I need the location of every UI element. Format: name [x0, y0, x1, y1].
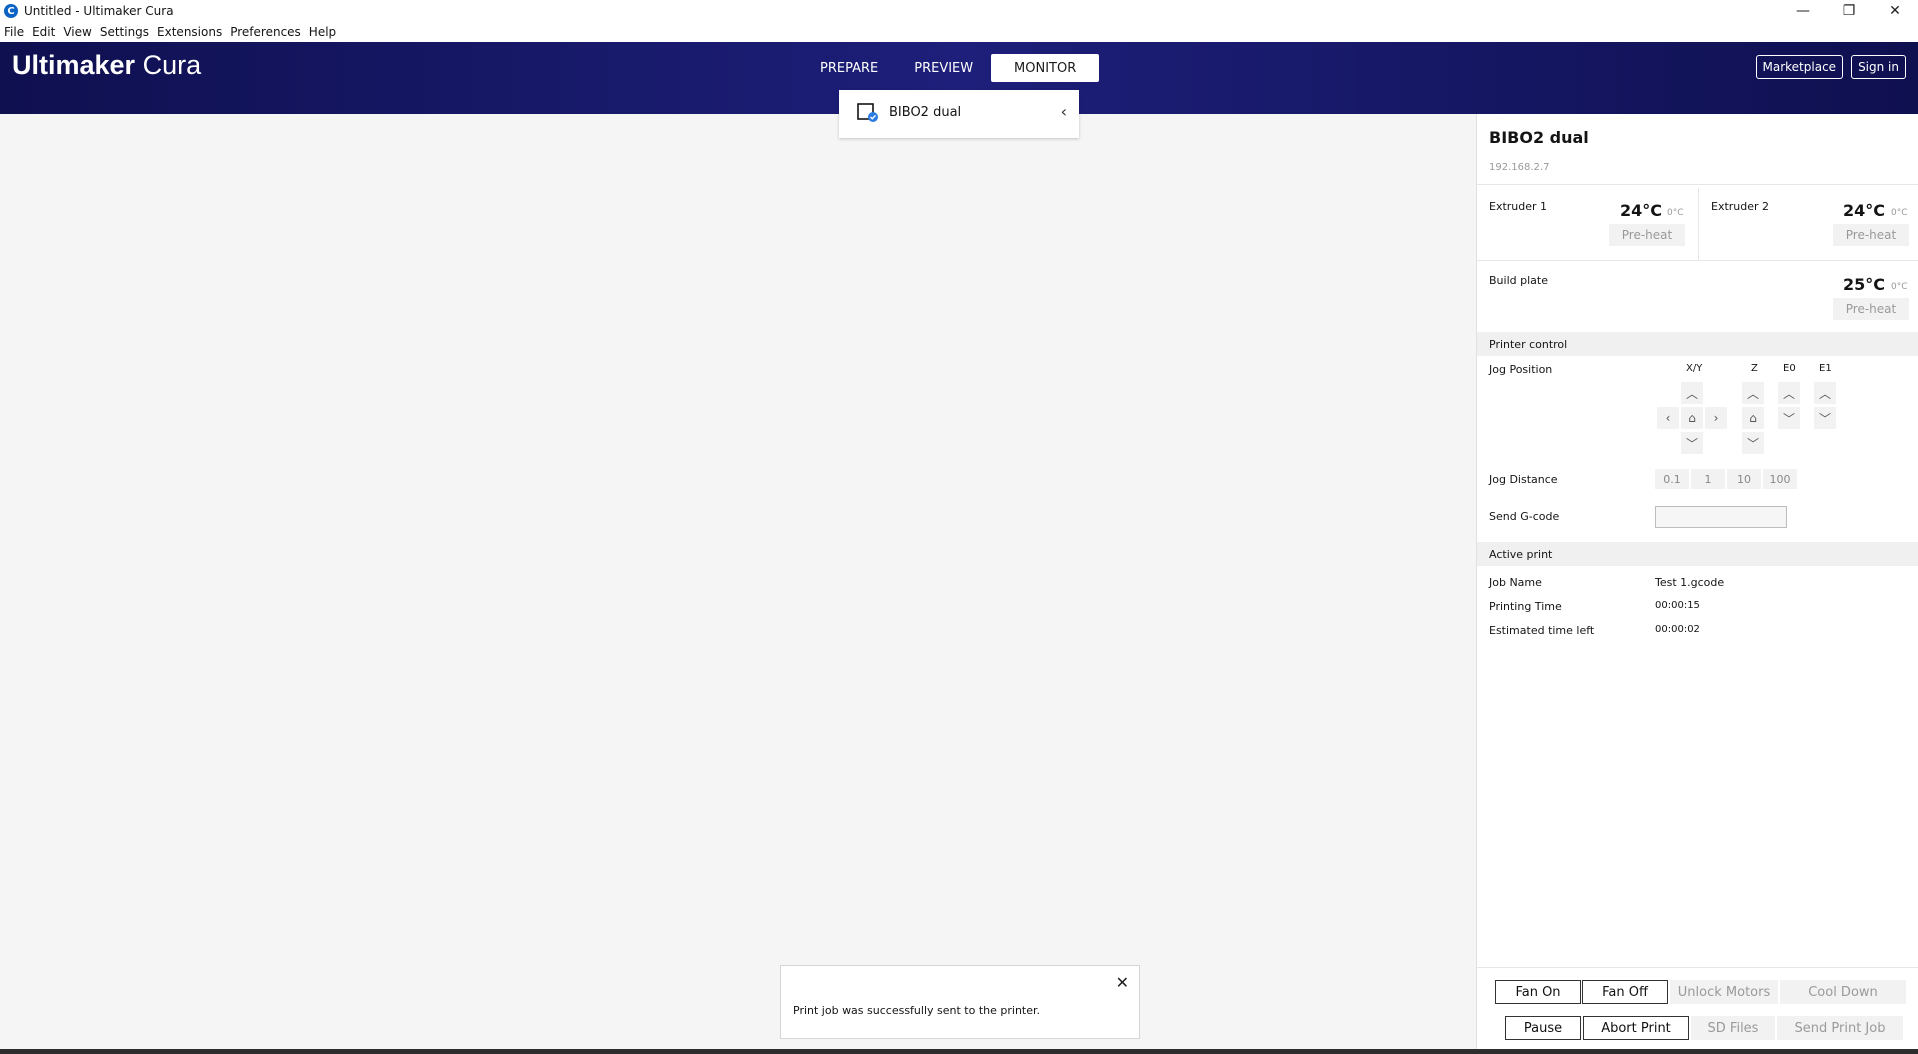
pause-button[interactable]: Pause — [1505, 1016, 1581, 1040]
jog-position-label: Jog Position — [1489, 363, 1553, 376]
menu-help[interactable]: Help — [305, 25, 340, 39]
active-print-header: Active print — [1477, 542, 1918, 566]
printing-time-label: Printing Time — [1489, 600, 1562, 613]
menu-extensions[interactable]: Extensions — [153, 25, 226, 39]
buildplate-target: 0°C — [1891, 282, 1908, 292]
menu-file[interactable]: File — [0, 25, 28, 39]
jog-xy-home-icon[interactable]: ⌂ — [1681, 407, 1703, 429]
marketplace-button[interactable]: Marketplace — [1755, 55, 1844, 79]
buildplate-label: Build plate — [1489, 274, 1548, 287]
jog-y-up-icon[interactable]: ︿ — [1681, 382, 1703, 404]
jog-x-right-icon[interactable]: › — [1705, 407, 1727, 429]
sd-files-button[interactable]: SD Files — [1691, 1016, 1775, 1040]
divider — [1477, 967, 1918, 968]
printer-control-header: Printer control — [1477, 332, 1918, 356]
extruder1-target: 0°C — [1667, 208, 1684, 218]
divider — [1477, 260, 1918, 261]
logo-light: Cura — [142, 50, 202, 80]
extruder2-temp: 24°C — [1843, 201, 1886, 220]
tab-preview[interactable]: PREVIEW — [896, 54, 991, 82]
toast-message: Print job was successfully sent to the p… — [793, 1004, 1041, 1017]
axis-z-label: Z — [1751, 363, 1758, 374]
extruder2-preheat-button[interactable]: Pre-heat — [1833, 224, 1909, 246]
title-bar: C Untitled - Ultimaker Cura — ❐ ✕ — [0, 0, 1918, 22]
jog-z-home-icon[interactable]: ⌂ — [1742, 407, 1764, 429]
ultimaker-cura-logo: Ultimaker Cura — [12, 50, 201, 81]
axis-e1-label: E1 — [1819, 363, 1832, 374]
extruder1-preheat-button[interactable]: Pre-heat — [1609, 224, 1685, 246]
extruder1-temp: 24°C — [1620, 201, 1663, 220]
axis-e0-label: E0 — [1783, 363, 1796, 374]
restore-icon[interactable]: ❐ — [1826, 0, 1872, 22]
jog-e0-down-icon[interactable]: ﹀ — [1778, 407, 1800, 429]
buildplate-preheat-button[interactable]: Pre-heat — [1833, 298, 1909, 320]
jog-distance-100[interactable]: 100 — [1763, 469, 1797, 489]
buildplate-temp: 25°C — [1843, 275, 1886, 294]
tab-prepare[interactable]: PREPARE — [802, 54, 896, 82]
send-gcode-input[interactable] — [1655, 506, 1787, 528]
cura-app-icon: C — [4, 4, 18, 18]
extruder2-label: Extruder 2 — [1711, 200, 1770, 213]
menu-preferences[interactable]: Preferences — [226, 25, 305, 39]
jog-distance-10[interactable]: 10 — [1727, 469, 1761, 489]
extruder1-label: Extruder 1 — [1489, 200, 1548, 213]
printer-selector-name: BIBO2 dual — [889, 105, 962, 120]
jog-distance-label: Jog Distance — [1489, 473, 1558, 486]
time-left-value: 00:00:02 — [1655, 624, 1700, 635]
printer-ip: 192.168.2.7 — [1489, 162, 1550, 173]
print-sent-toast: ✕ Print job was successfully sent to the… — [780, 965, 1140, 1039]
jog-e1-up-icon[interactable]: ︿ — [1814, 382, 1836, 404]
minimize-icon[interactable]: — — [1780, 0, 1826, 22]
jog-z-down-icon[interactable]: ﹀ — [1742, 432, 1764, 454]
divider — [1477, 184, 1918, 185]
jog-z-up-icon[interactable]: ︿ — [1742, 382, 1764, 404]
axis-xy-label: X/Y — [1686, 363, 1703, 374]
time-left-label: Estimated time left — [1489, 624, 1595, 637]
extruder2-target: 0°C — [1891, 208, 1908, 218]
jog-distance-1[interactable]: 1 — [1691, 469, 1725, 489]
network-printer-icon — [857, 103, 878, 122]
sign-in-button[interactable]: Sign in — [1851, 55, 1906, 79]
send-gcode-label: Send G-code — [1489, 510, 1560, 523]
printer-selector[interactable]: BIBO2 dual ‹ — [839, 90, 1079, 138]
menu-settings[interactable]: Settings — [96, 25, 153, 39]
printer-monitor-panel: BIBO2 dual 192.168.2.7 Extruder 1 24°C 0… — [1476, 114, 1918, 1054]
job-name-label: Job Name — [1489, 576, 1542, 589]
fan-off-button[interactable]: Fan Off — [1582, 980, 1668, 1004]
logo-bold: Ultimaker — [12, 50, 136, 80]
jog-distance-0-1[interactable]: 0.1 — [1655, 469, 1689, 489]
abort-print-button[interactable]: Abort Print — [1583, 1016, 1689, 1040]
tab-monitor[interactable]: MONITOR — [991, 54, 1100, 82]
send-print-job-button[interactable]: Send Print Job — [1777, 1016, 1903, 1040]
printer-name: BIBO2 dual — [1489, 128, 1589, 147]
taskbar-strip — [0, 1049, 1918, 1054]
unlock-motors-button[interactable]: Unlock Motors — [1670, 980, 1778, 1004]
jog-x-left-icon[interactable]: ‹ — [1657, 407, 1679, 429]
stage-tabs: PREPARE PREVIEW MONITOR — [802, 54, 1100, 82]
jog-y-down-icon[interactable]: ﹀ — [1681, 432, 1703, 454]
menu-view[interactable]: View — [59, 25, 95, 39]
printing-time-value: 00:00:15 — [1655, 600, 1700, 611]
divider — [1698, 188, 1699, 260]
menu-edit[interactable]: Edit — [28, 25, 59, 39]
jog-e0-up-icon[interactable]: ︿ — [1778, 382, 1800, 404]
close-icon[interactable]: ✕ — [1116, 973, 1129, 992]
job-name-value: Test 1.gcode — [1655, 576, 1725, 589]
jog-e1-down-icon[interactable]: ﹀ — [1814, 407, 1836, 429]
close-icon[interactable]: ✕ — [1872, 0, 1918, 22]
fan-on-button[interactable]: Fan On — [1495, 980, 1581, 1004]
cool-down-button[interactable]: Cool Down — [1780, 980, 1906, 1004]
window-title: Untitled - Ultimaker Cura — [24, 4, 174, 18]
menu-bar: File Edit View Settings Extensions Prefe… — [0, 22, 1918, 42]
chevron-left-icon[interactable]: ‹ — [1061, 102, 1067, 121]
